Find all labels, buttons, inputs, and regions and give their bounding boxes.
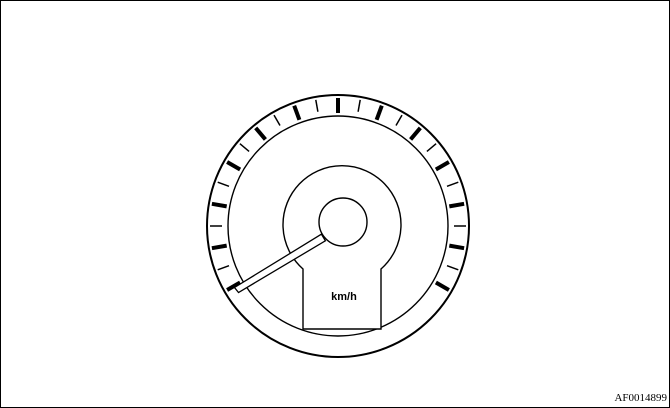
major-tick: [448, 243, 465, 251]
minor-tick: [446, 181, 459, 188]
major-tick: [211, 201, 228, 209]
minor-tick: [217, 264, 230, 271]
major-tick: [409, 126, 422, 141]
unit-label: km/h: [331, 291, 357, 303]
speedometer-diagram: km/h: [206, 94, 470, 358]
minor-tick: [239, 143, 250, 152]
figure-code: AF0014899: [614, 392, 667, 404]
major-tick: [226, 160, 242, 172]
minor-tick: [357, 99, 361, 112]
minor-tick: [395, 114, 403, 126]
minor-tick: [217, 181, 230, 188]
needle-center-cap: [318, 197, 368, 247]
major-tick: [434, 280, 450, 292]
minor-tick: [315, 99, 319, 112]
major-tick: [292, 105, 302, 121]
major-tick: [211, 243, 228, 251]
minor-tick: [273, 114, 281, 126]
major-tick: [254, 126, 267, 141]
minor-tick: [446, 264, 459, 271]
major-tick: [434, 160, 450, 172]
major-tick: [374, 105, 384, 121]
figure-frame: km/h AF0014899: [0, 0, 670, 408]
major-tick: [448, 201, 465, 209]
minor-tick: [426, 143, 437, 152]
